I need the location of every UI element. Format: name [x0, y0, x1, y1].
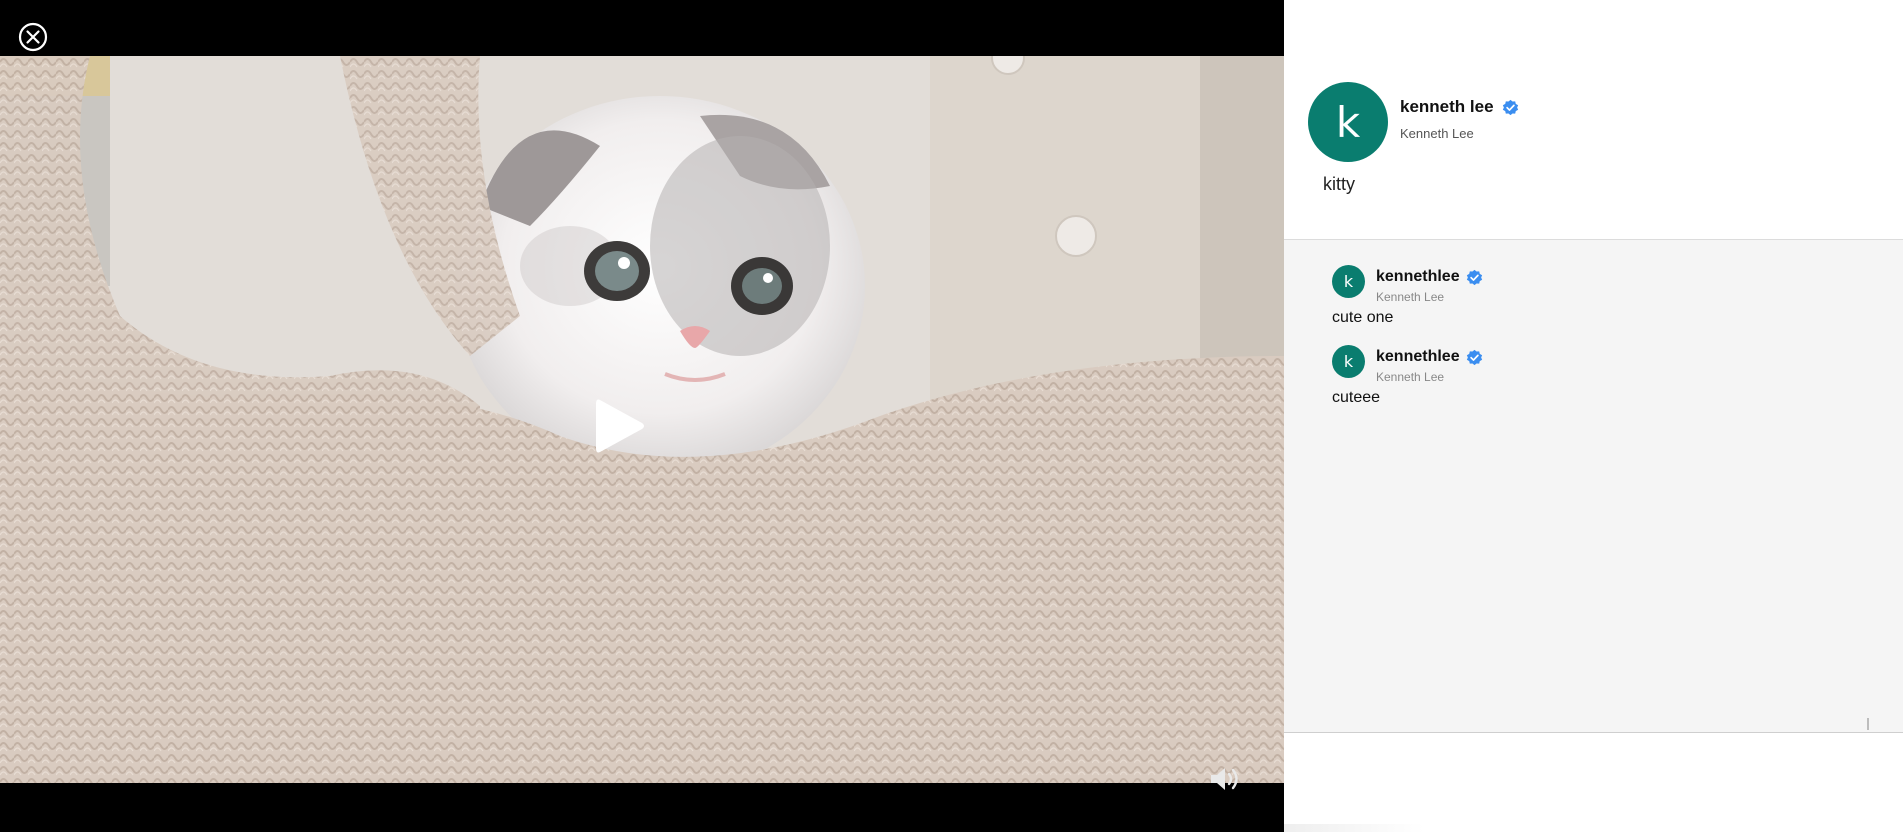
verified-badge-icon	[1466, 349, 1482, 365]
media-viewer	[0, 0, 1284, 832]
comment-text: cuteee	[1332, 389, 1381, 406]
comment-display-name: Kenneth Lee	[1376, 290, 1445, 304]
post-header: k kenneth lee Kenneth Lee kitty	[1284, 0, 1903, 240]
scrollbar[interactable]	[1867, 718, 1869, 730]
comment-display-name: Kenneth Lee	[1376, 370, 1445, 384]
comment-text: cute one	[1332, 309, 1394, 326]
comments-list[interactable]: k kennethlee Kenneth Lee cute one k kenn…	[1284, 240, 1903, 733]
close-circle-icon	[18, 22, 48, 52]
comment-avatar[interactable]: k	[1332, 265, 1365, 298]
author-avatar[interactable]: k	[1308, 82, 1388, 162]
post-caption: kitty	[1323, 174, 1356, 194]
author-name-text: kenneth lee	[1400, 97, 1494, 116]
composer-edge	[1284, 824, 1424, 832]
comment-username-text: kennethlee	[1376, 268, 1460, 285]
comment-username[interactable]: kennethlee	[1376, 268, 1483, 286]
play-button[interactable]	[594, 396, 646, 456]
author-display-name: Kenneth Lee	[1400, 126, 1474, 141]
post-detail-panel: k kenneth lee Kenneth Lee kitty k kennet…	[1284, 0, 1903, 832]
play-icon	[596, 399, 644, 453]
author-name[interactable]: kenneth lee	[1400, 97, 1519, 117]
comment-username-text: kennethlee	[1376, 348, 1460, 365]
comment-avatar[interactable]: k	[1332, 345, 1365, 378]
comment-username[interactable]: kennethlee	[1376, 348, 1483, 366]
close-button[interactable]	[18, 22, 48, 52]
volume-icon	[1211, 768, 1238, 790]
verified-badge-icon	[1466, 269, 1482, 285]
volume-button[interactable]	[1208, 764, 1244, 794]
verified-badge-icon	[1502, 99, 1518, 115]
comment-composer-area[interactable]	[1284, 733, 1903, 832]
